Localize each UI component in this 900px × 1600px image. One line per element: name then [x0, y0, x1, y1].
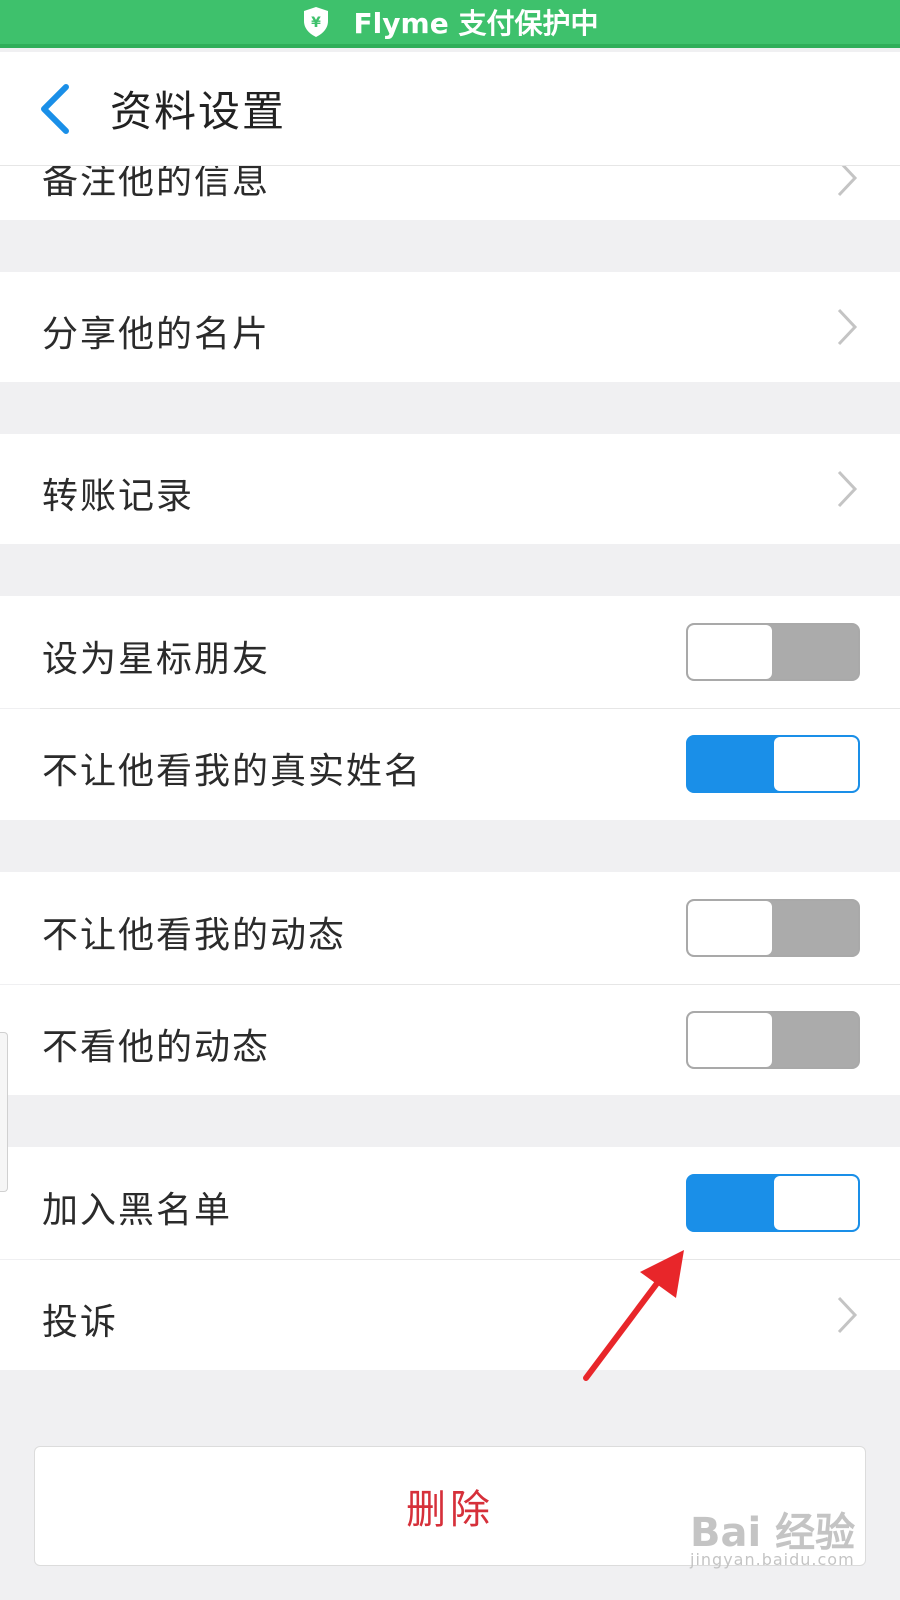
toggle-knob [774, 1176, 858, 1230]
chevron-left-icon [41, 83, 69, 134]
row-blacklist: 加入黑名单 [0, 1147, 900, 1259]
hide-real-name-toggle[interactable] [686, 735, 860, 793]
toggle-knob [688, 901, 772, 955]
row-star-friend-label: 设为星标朋友 [42, 639, 271, 680]
row-transfer-records[interactable]: 转账记录 [0, 434, 900, 544]
hide-his-moments-toggle[interactable] [686, 1011, 860, 1069]
row-hide-real-name: 不让他看我的真实姓名 [0, 709, 900, 820]
row-hide-my-moments-label: 不让他看我的动态 [42, 915, 347, 956]
back-button[interactable] [4, 52, 104, 166]
row-blacklist-label: 加入黑名单 [42, 1190, 233, 1231]
header: 资料设置 [0, 52, 900, 166]
row-transfer-records-label: 转账记录 [42, 476, 195, 517]
row-hide-real-name-label: 不让他看我的真实姓名 [42, 751, 423, 792]
watermark: Bai 经验 jingyan.baidu.com [690, 1500, 870, 1580]
toggle-knob [688, 625, 772, 679]
watermark-sub: jingyan.baidu.com [690, 1550, 855, 1569]
star-friend-toggle[interactable] [686, 623, 860, 681]
row-hide-his-moments: 不看他的动态 [0, 985, 900, 1095]
page-title: 资料设置 [110, 87, 287, 136]
svg-text:¥: ¥ [311, 15, 321, 31]
blacklist-toggle[interactable] [686, 1174, 860, 1232]
status-bar: ¥ Flyme 支付保护中 [0, 0, 900, 48]
row-hide-my-moments: 不让他看我的动态 [0, 872, 900, 984]
row-star-friend: 设为星标朋友 [0, 596, 900, 708]
row-share-card-label: 分享他的名片 [42, 314, 271, 355]
row-hide-his-moments-label: 不看他的动态 [42, 1027, 271, 1068]
chevron-right-icon [837, 470, 858, 508]
row-report[interactable]: 投诉 [0, 1260, 900, 1370]
hide-my-moments-toggle[interactable] [686, 899, 860, 957]
screen: ¥ Flyme 支付保护中 资料设置 备注他的信息 分享他的名片 转账记录 设为… [0, 0, 900, 1600]
chevron-right-icon [837, 308, 858, 346]
row-share-card[interactable]: 分享他的名片 [0, 272, 900, 382]
chevron-right-icon [837, 1296, 858, 1334]
status-bar-text: Flyme 支付保护中 [353, 7, 599, 40]
shield-yen-icon: ¥ [303, 7, 328, 37]
edge-handle[interactable] [0, 1032, 8, 1192]
toggle-knob [774, 737, 858, 791]
row-report-label: 投诉 [42, 1302, 119, 1343]
toggle-knob [688, 1013, 772, 1067]
